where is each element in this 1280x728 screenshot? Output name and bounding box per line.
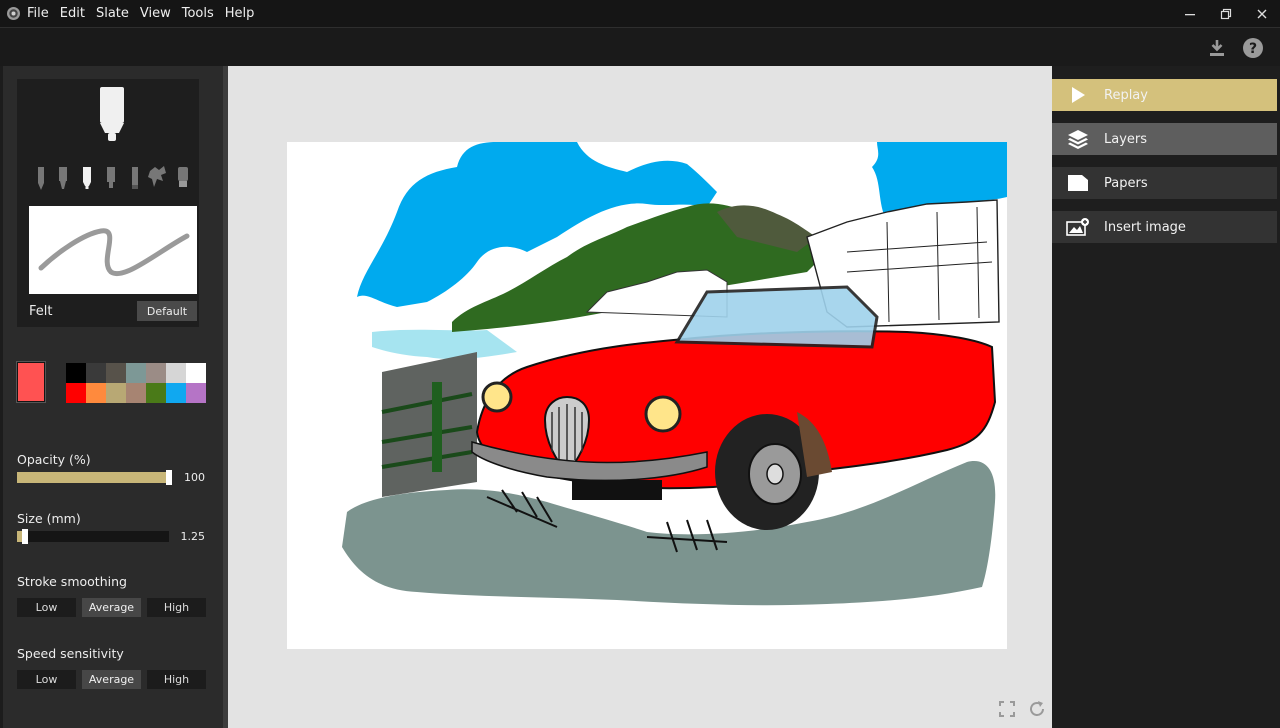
opacity-slider[interactable] — [17, 472, 169, 483]
insert-image-button[interactable]: Insert image — [1052, 211, 1277, 243]
speed-sensitivity-average[interactable]: Average — [82, 670, 141, 689]
stroke-smoothing-average[interactable]: Average — [82, 598, 141, 617]
help-icon[interactable]: ? — [1242, 37, 1264, 59]
minimize-button[interactable] — [1172, 0, 1208, 27]
menu-edit[interactable]: Edit — [60, 6, 85, 21]
replay-label: Replay — [1104, 87, 1148, 103]
eraser-icon[interactable] — [177, 167, 189, 191]
color-swatch[interactable] — [186, 363, 206, 383]
pencil-icon[interactable] — [35, 167, 47, 191]
stroke-smoothing-low[interactable]: Low — [17, 598, 76, 617]
marker-icon[interactable] — [105, 167, 117, 191]
insert-image-icon — [1052, 211, 1104, 243]
speed-sensitivity-options: Low Average High — [17, 670, 206, 689]
speed-sensitivity-low[interactable]: Low — [17, 670, 76, 689]
color-swatch[interactable] — [66, 383, 86, 403]
size-value: 1.25 — [180, 530, 206, 543]
opacity-value: 100 — [184, 471, 205, 484]
size-label: Size (mm) — [17, 511, 81, 526]
color-swatch[interactable] — [106, 383, 126, 403]
felt-pen-icon[interactable] — [81, 167, 93, 191]
canvas-area[interactable] — [228, 66, 1052, 728]
size-slider[interactable] — [17, 531, 169, 542]
current-color[interactable] — [17, 362, 45, 402]
color-swatch[interactable] — [86, 363, 106, 383]
tool-panel: Felt Default Opacity (%) 100 Size (mm) 1… — [3, 66, 223, 728]
right-panel: Replay Layers Papers Insert image — [1052, 66, 1280, 728]
play-icon — [1052, 79, 1104, 111]
pen-icon[interactable] — [57, 167, 69, 191]
stroke-smoothing-options: Low Average High — [17, 598, 206, 617]
stroke-smoothing-label: Stroke smoothing — [17, 574, 127, 589]
color-swatch[interactable] — [86, 383, 106, 403]
opacity-fill — [17, 472, 169, 483]
felt-pen-large-icon — [100, 87, 124, 141]
toolbar — [0, 28, 1280, 66]
replay-button[interactable]: Replay — [1052, 79, 1277, 111]
svg-text:?: ? — [1249, 41, 1257, 57]
color-palette — [66, 363, 207, 403]
color-swatch[interactable] — [166, 383, 186, 403]
speed-sensitivity-high[interactable]: High — [147, 670, 206, 689]
color-swatch[interactable] — [146, 383, 166, 403]
brush-splatter-icon[interactable] — [147, 165, 169, 191]
size-slider-handle[interactable] — [21, 529, 28, 544]
color-swatch[interactable] — [66, 363, 86, 383]
stroke-preview — [29, 206, 197, 294]
menu-view[interactable]: View — [140, 6, 171, 21]
minimize-icon — [1185, 13, 1195, 15]
paper[interactable] — [287, 142, 1007, 649]
fullscreen-icon[interactable] — [998, 700, 1016, 718]
color-swatch[interactable] — [126, 363, 146, 383]
color-swatch[interactable] — [186, 383, 206, 403]
speed-sensitivity-label: Speed sensitivity — [17, 646, 124, 661]
stroke-sample-icon — [38, 228, 190, 277]
insert-image-label: Insert image — [1104, 219, 1186, 235]
drawing-artwork — [342, 142, 1007, 606]
rotate-icon[interactable] — [1028, 700, 1046, 718]
close-button[interactable] — [1244, 0, 1280, 27]
menu-tools[interactable]: Tools — [182, 6, 214, 21]
layers-label: Layers — [1104, 131, 1148, 147]
brush-box: Felt Default — [17, 79, 199, 327]
color-swatch[interactable] — [146, 363, 166, 383]
color-swatch[interactable] — [126, 383, 146, 403]
brush-name: Felt — [29, 304, 53, 319]
menu-slate[interactable]: Slate — [96, 6, 129, 21]
default-button[interactable]: Default — [137, 301, 197, 321]
restore-button[interactable] — [1208, 0, 1244, 27]
papers-button[interactable]: Papers — [1052, 167, 1277, 199]
opacity-label: Opacity (%) — [17, 452, 91, 467]
papers-label: Papers — [1104, 175, 1148, 191]
menu-file[interactable]: File — [27, 6, 49, 21]
menu-bar: File Edit Slate View Tools Help — [27, 0, 265, 27]
restore-icon — [1220, 8, 1232, 19]
download-icon[interactable] — [1207, 38, 1227, 58]
app-logo-icon — [7, 7, 20, 20]
stroke-smoothing-high[interactable]: High — [147, 598, 206, 617]
close-icon — [1257, 9, 1267, 18]
color-swatch[interactable] — [106, 363, 126, 383]
menu-help[interactable]: Help — [225, 6, 255, 21]
layers-icon — [1052, 123, 1104, 155]
layers-button[interactable]: Layers — [1052, 123, 1277, 155]
paper-icon — [1052, 167, 1104, 199]
highlighter-icon[interactable] — [129, 167, 141, 191]
color-swatch[interactable] — [166, 363, 186, 383]
